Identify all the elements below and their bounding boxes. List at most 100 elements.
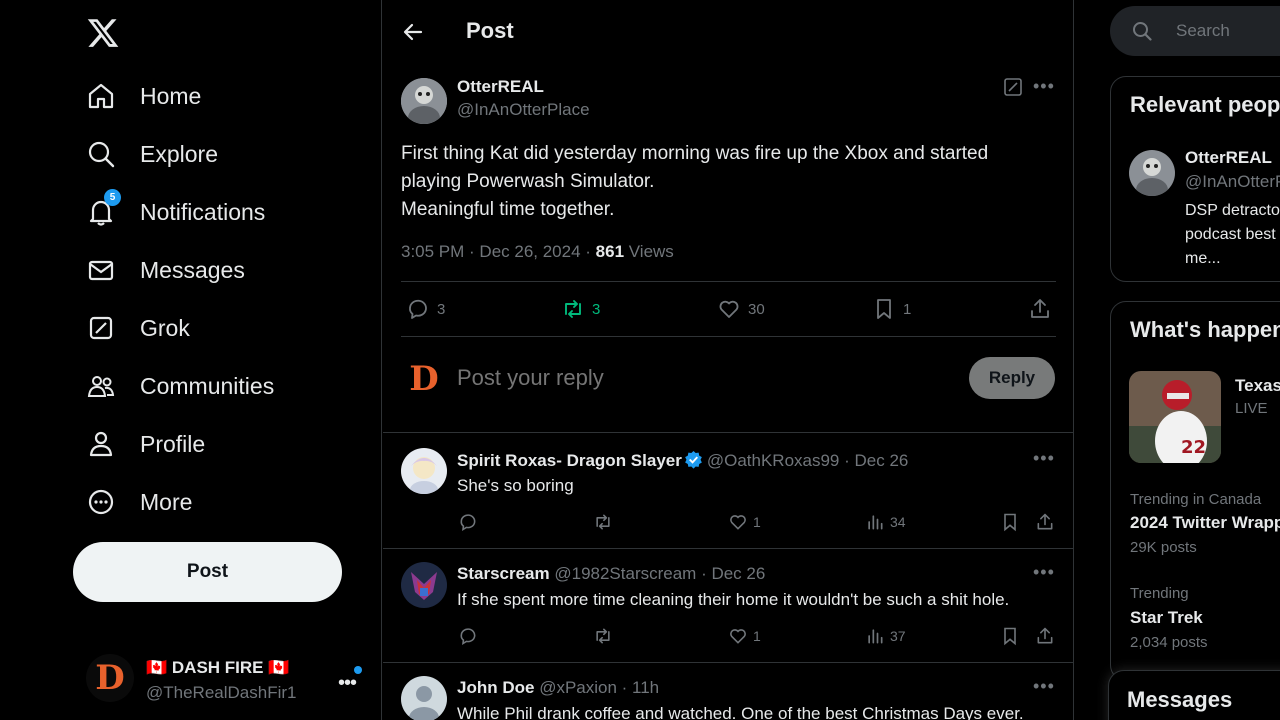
search-box[interactable] xyxy=(1110,6,1280,56)
account-switcher[interactable]: D 🇨🇦 DASH FIRE 🇨🇦 @TheRealDashFir1 ••• xyxy=(86,650,366,710)
reply-action[interactable] xyxy=(458,512,483,532)
post-text-line: playing Powerwash Simulator. xyxy=(401,171,655,192)
nav-communities[interactable]: Communities xyxy=(86,366,274,406)
post-text-line: Meaningful time together. xyxy=(401,199,615,220)
like-count: 1 xyxy=(753,514,761,530)
divider xyxy=(401,336,1056,337)
reply-button[interactable]: Reply xyxy=(969,357,1055,399)
post-timestamp[interactable]: 3:05 PM · Dec 26, 2024 · xyxy=(401,242,596,261)
nav-profile[interactable]: Profile xyxy=(86,424,205,464)
reply-text: If she spent more time cleaning their ho… xyxy=(457,590,1010,609)
nav-more[interactable]: More xyxy=(86,482,192,522)
event-thumbnail[interactable]: 22 xyxy=(1129,371,1221,463)
card-title: What's happening xyxy=(1130,317,1280,342)
reply-text: While Phil drank coffee and watched. One… xyxy=(457,704,1024,720)
nav-explore[interactable]: Explore xyxy=(86,134,218,174)
post-meta: 3:05 PM · Dec 26, 2024 · 861 Views xyxy=(401,242,674,262)
repost-icon xyxy=(593,512,613,532)
nav-messages[interactable]: Messages xyxy=(86,250,245,290)
nav-notifications[interactable]: 5 Notifications xyxy=(86,189,266,232)
nav-label: Profile xyxy=(140,430,206,457)
heart-icon xyxy=(717,297,741,321)
reply-text: She's so boring xyxy=(457,476,574,495)
avatar[interactable] xyxy=(401,448,447,494)
more-icon[interactable]: ••• xyxy=(1033,562,1055,583)
like-count: 1 xyxy=(753,628,761,644)
repost-action[interactable]: 3 xyxy=(561,297,600,321)
person-bio: DSP detractor podcast best me... xyxy=(1185,199,1280,271)
more-icon[interactable]: ••• xyxy=(338,672,357,695)
repost-action[interactable] xyxy=(593,512,618,532)
reply-author-name[interactable]: John Doe xyxy=(457,678,534,697)
reply-item[interactable]: Spirit Roxas- Dragon Slayer @OathKRoxas99… xyxy=(383,448,1073,548)
post-button[interactable]: Post xyxy=(73,542,342,602)
avatar[interactable] xyxy=(401,676,447,720)
like-action[interactable]: 1 xyxy=(728,626,761,646)
avatar-letter: D xyxy=(409,359,439,399)
reply-handle-date: @1982Starscream · Dec 26 xyxy=(554,564,766,583)
views-action[interactable]: 37 xyxy=(865,626,906,646)
reply-action[interactable]: 3 xyxy=(406,297,445,321)
comment-icon xyxy=(406,297,430,321)
views-action[interactable]: 34 xyxy=(865,512,906,532)
bookmark-action[interactable] xyxy=(1000,512,1025,532)
more-icon[interactable]: ••• xyxy=(1033,448,1055,469)
grok-icon[interactable] xyxy=(1003,77,1023,97)
reply-input[interactable] xyxy=(457,362,927,394)
unread-dot xyxy=(354,666,362,674)
divider xyxy=(383,432,1073,433)
bookmark-action[interactable] xyxy=(1000,626,1025,646)
nav-label: Messages xyxy=(140,256,245,283)
envelope-icon xyxy=(86,255,116,285)
views-label: Views xyxy=(624,242,674,261)
repost-action[interactable] xyxy=(593,626,618,646)
nav-label: Communities xyxy=(140,372,275,399)
avatar[interactable] xyxy=(401,562,447,608)
reply-author-name[interactable]: Spirit Roxas- Dragon Slayer xyxy=(457,451,682,470)
nav-home[interactable]: Home xyxy=(86,76,201,116)
trend-count: 29K posts xyxy=(1130,539,1197,556)
reply-action[interactable] xyxy=(458,626,483,646)
event-title[interactable]: Texas xyxy=(1235,376,1280,396)
like-action[interactable]: 30 xyxy=(717,297,765,321)
analytics-icon xyxy=(865,626,885,646)
verified-badge-icon xyxy=(684,450,703,469)
reply-author-name[interactable]: Starscream xyxy=(457,564,550,583)
share-action[interactable] xyxy=(1035,626,1060,646)
bookmark-icon xyxy=(872,297,896,321)
share-action[interactable] xyxy=(1035,512,1060,532)
avatar-letter: D xyxy=(95,658,125,698)
like-action[interactable]: 1 xyxy=(728,512,761,532)
trend-title[interactable]: Star Trek xyxy=(1130,608,1203,628)
author-name[interactable]: OtterREAL xyxy=(457,77,544,97)
trend-label: Trending xyxy=(1130,585,1189,602)
author-handle[interactable]: @InAnOtterPlace xyxy=(457,100,590,120)
person-handle: @InAnOtterPlace xyxy=(1185,172,1280,191)
reply-item[interactable]: John Doe @xPaxion · 11h While Phil drank… xyxy=(383,676,1073,720)
person-name[interactable]: OtterREAL xyxy=(1185,148,1272,168)
nav-label: Notifications xyxy=(140,198,266,225)
views-count: 861 xyxy=(595,242,625,261)
more-icon[interactable]: ••• xyxy=(1033,676,1055,697)
trend-title[interactable]: 2024 Twitter Wrapped xyxy=(1130,513,1280,533)
share-icon xyxy=(1028,297,1052,321)
share-action[interactable] xyxy=(1028,297,1059,321)
more-icon[interactable]: ••• xyxy=(1033,76,1055,97)
account-handle: @TheRealDashFir1 xyxy=(146,683,297,702)
bookmark-action[interactable]: 1 xyxy=(872,297,911,321)
search-input[interactable] xyxy=(1176,19,1280,43)
reply-item[interactable]: Starscream @1982Starscream · Dec 26 If s… xyxy=(383,562,1073,662)
analytics-icon xyxy=(865,512,885,532)
avatar[interactable] xyxy=(1129,150,1175,196)
divider xyxy=(401,281,1056,282)
heart-icon xyxy=(728,626,748,646)
x-logo-icon[interactable] xyxy=(86,16,120,50)
back-arrow-icon[interactable] xyxy=(401,20,425,44)
messages-drawer[interactable]: Messages xyxy=(1108,670,1280,720)
reply-handle-date: @OathKRoxas99 · Dec 26 xyxy=(706,451,909,470)
reply-header: John Doe @xPaxion · 11h xyxy=(457,678,659,698)
nav-label: Home xyxy=(140,82,202,109)
avatar[interactable] xyxy=(401,78,447,124)
trend-count: 2,034 posts xyxy=(1130,634,1208,651)
nav-grok[interactable]: Grok xyxy=(86,308,190,348)
